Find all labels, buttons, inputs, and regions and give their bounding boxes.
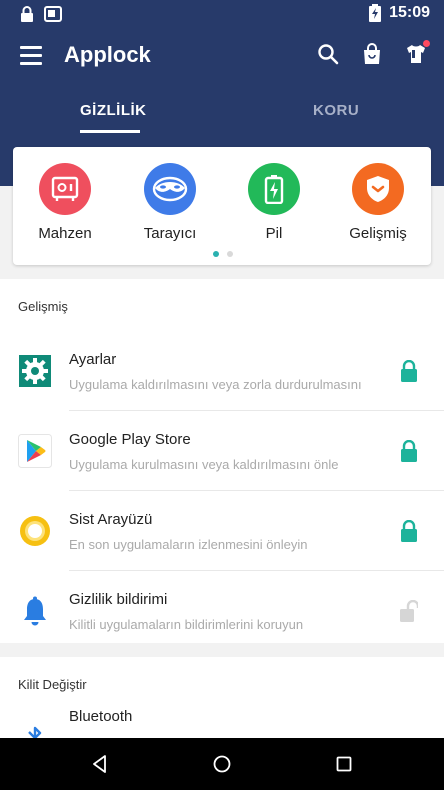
battery-charging-icon [369,4,382,22]
menu-icon[interactable] [20,46,42,66]
list-item-gizlilik-bildirimi[interactable]: Gizlilik bildirimi Kilitli uygulamaların… [0,571,444,651]
item-name: Gizlilik bildirimi [69,591,168,608]
lock-closed-icon[interactable] [400,520,418,542]
feature-label: Pil [265,225,283,242]
feature-label: Tarayıcı [143,225,197,242]
feature-mahzen[interactable]: Mahzen [25,163,105,242]
app-bar: Applock [0,28,444,88]
item-desc: En son uygulamaların izlenmesini önleyin [69,537,308,552]
feature-label: Mahzen [38,225,92,242]
gallery-icon [44,6,62,22]
tab-koru[interactable]: KORU [313,102,359,119]
feature-label: Gelişmiş [349,225,407,242]
settings-gear-icon [18,354,52,388]
feature-gelismis[interactable]: Gelişmiş [338,163,418,242]
advanced-section: Gelişmiş Ayarlar Uygulama kaldırılmasını… [0,279,444,643]
tab-gizlilik[interactable]: GİZLİLİK [80,102,147,119]
lock-icon [21,6,33,22]
list-item-ayarlar[interactable]: Ayarlar Uygulama kaldırılmasını veya zor… [0,331,444,411]
item-name: Google Play Store [69,431,191,448]
tab-bar: GİZLİLİK KORU [0,88,444,146]
carousel-dot [227,251,233,257]
back-icon[interactable] [88,752,112,776]
navigation-bar [0,738,444,790]
lock-open-icon[interactable] [400,600,418,622]
feature-pil[interactable]: Pil [234,163,314,242]
item-desc: Kilitli uygulamaların bildirimlerini kor… [69,617,304,632]
list-item-bluetooth[interactable]: Bluetooth [0,708,444,738]
carousel-indicator [213,251,233,257]
lock-closed-icon[interactable] [400,440,418,462]
home-icon[interactable] [210,752,234,776]
item-name: Ayarlar [69,351,117,368]
status-time: 15:09 [389,4,430,21]
tshirt-icon[interactable] [404,40,430,66]
status-bar: 15:09 [0,0,444,28]
item-name: Sist Arayüzü [69,511,153,528]
notification-dot [423,40,430,47]
lock-closed-icon[interactable] [400,360,418,382]
switch-section: Kilit Değiştir Bluetooth [0,657,444,738]
section-header: Gelişmiş [18,299,68,314]
tab-indicator [80,130,140,133]
bluetooth-icon [18,721,52,738]
item-desc: Uygulama kaldırılmasını veya zorla durdu… [69,377,362,392]
battery-icon [248,163,300,215]
play-store-icon [18,434,52,468]
carousel-dot-active [213,251,219,257]
shopping-bag-icon[interactable] [360,42,384,66]
shield-icon [352,163,404,215]
mask-browser-icon [144,163,196,215]
section-header: Kilit Değiştir [18,677,87,692]
feature-tarayici[interactable]: Tarayıcı [130,163,210,242]
system-ui-icon [18,514,52,548]
vault-icon [39,163,91,215]
search-icon[interactable] [316,42,340,66]
bell-icon [18,594,52,628]
list-item-sist-arayuzu[interactable]: Sist Arayüzü En son uygulamaların izlenm… [0,491,444,571]
list-item-google-play-store[interactable]: Google Play Store Uygulama kurulmasını v… [0,411,444,491]
item-desc: Uygulama kurulmasını veya kaldırılmasını… [69,457,339,472]
feature-card: Mahzen Tarayıcı Pil Gelişmiş [13,147,431,265]
item-name: Bluetooth [69,708,133,725]
recents-icon[interactable] [332,752,356,776]
app-title: Applock [64,42,151,67]
